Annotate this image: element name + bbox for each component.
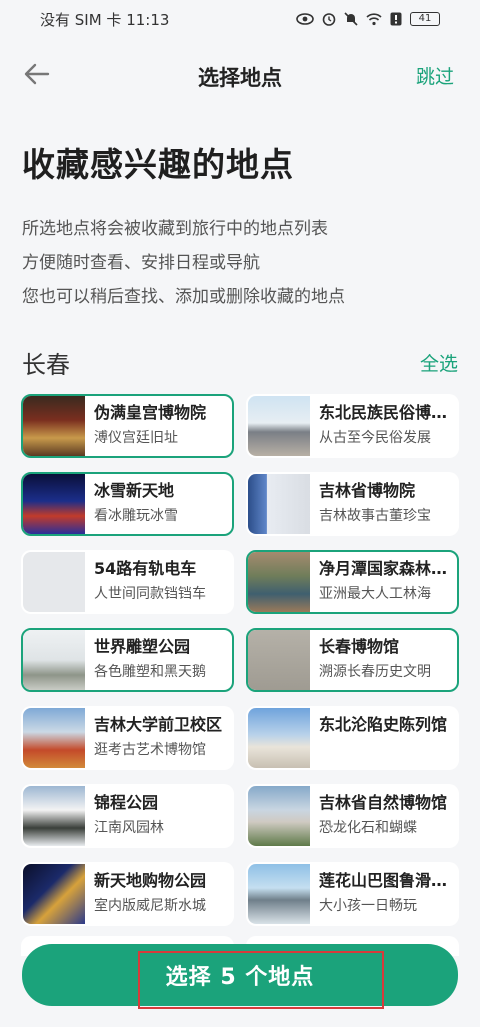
place-title: 吉林省自然博物馆: [319, 793, 448, 812]
place-title: 东北沦陷史陈列馆: [319, 715, 448, 734]
place-card[interactable]: 净月潭国家森林公园 亚洲最大人工林海: [246, 550, 459, 614]
mute-icon: [344, 12, 358, 26]
place-card[interactable]: 新天地购物公园 室内版威尼斯水城: [21, 862, 234, 926]
alert-icon: [390, 12, 402, 26]
place-title: 吉林省博物院: [319, 481, 416, 500]
eye-icon: [296, 13, 314, 25]
place-subtitle: 各色雕塑和黑天鹅: [94, 664, 206, 680]
place-thumbnail: [248, 552, 310, 612]
status-icons: 41: [296, 12, 440, 26]
place-subtitle: 逛考古艺术博物馆: [94, 742, 206, 758]
battery-level: 41: [418, 13, 432, 24]
place-card[interactable]: 长春博物馆溯源长春历史文明: [246, 628, 459, 692]
place-subtitle: 吉林故事古董珍宝: [319, 508, 431, 524]
wifi-icon: [366, 12, 382, 25]
status-bar: 没有 SIM 卡 11:13 41: [0, 0, 480, 38]
description-line: 所选地点将会被收藏到旅行中的地点列表: [22, 219, 328, 239]
place-thumbnail: [248, 786, 310, 846]
place-card[interactable]: 莲花山巴图鲁滑雪场 大小孩一日畅玩: [246, 862, 459, 926]
place-title: 新天地购物公园: [94, 871, 207, 890]
place-thumbnail: [23, 630, 85, 690]
place-subtitle: 溯源长春历史文明: [319, 664, 431, 680]
skip-button[interactable]: 跳过: [416, 62, 454, 89]
place-subtitle: 从古至今民俗发展: [319, 430, 431, 446]
place-card[interactable]: 54路有轨电车 人世间同款铛铛车: [21, 550, 234, 614]
place-subtitle: 大小孩一日畅玩: [319, 898, 417, 914]
place-card[interactable]: 吉林省博物院 吉林故事古董珍宝: [246, 472, 459, 536]
place-thumbnail: [248, 708, 310, 768]
place-title: 净月潭国家森林公园: [319, 559, 457, 578]
place-title: 伪满皇宫博物院: [94, 403, 207, 422]
place-title: 长春博物馆: [319, 637, 400, 656]
place-thumbnail: [248, 864, 310, 924]
page-title: 选择地点: [198, 66, 282, 90]
select-places-button[interactable]: 选择 5 个地点: [22, 944, 458, 1006]
place-thumbnail: [23, 552, 85, 612]
description-line: 方便随时查看、安排日程或导航: [22, 253, 260, 273]
description-line: 您也可以稍后查找、添加或删除收藏的地点: [22, 287, 345, 307]
place-card[interactable]: 吉林省自然博物馆 恐龙化石和蝴蝶: [246, 784, 459, 848]
place-title: 锦程公园: [94, 793, 159, 812]
place-thumbnail: [23, 396, 85, 456]
hero-title: 收藏感兴趣的地点: [22, 145, 294, 184]
nav-bar: 选择地点 跳过: [0, 50, 480, 98]
place-thumbnail: [248, 396, 310, 456]
place-title: 吉林大学前卫校区: [94, 715, 223, 734]
battery-icon: 41: [410, 12, 440, 26]
place-title: 世界雕塑公园: [94, 637, 191, 656]
select-places-label: 选择 5 个地点: [165, 965, 315, 990]
place-thumbnail: [23, 786, 85, 846]
place-thumbnail: [248, 630, 310, 690]
place-thumbnail: [23, 708, 85, 768]
status-carrier-time: 没有 SIM 卡 11:13: [40, 10, 170, 29]
place-card[interactable]: 东北沦陷史陈列馆: [246, 706, 459, 770]
place-subtitle: 亚洲最大人工林海: [319, 586, 431, 602]
place-card[interactable]: 伪满皇宫博物院 溥仪宫廷旧址: [21, 394, 234, 458]
place-thumbnail: [23, 474, 85, 534]
place-title: 冰雪新天地: [94, 481, 175, 500]
place-subtitle: 恐龙化石和蝴蝶: [319, 820, 417, 836]
select-all-button[interactable]: 全选: [420, 349, 458, 376]
city-name: 长春: [22, 350, 70, 379]
place-title: 54路有轨电车: [94, 559, 197, 578]
place-card[interactable]: 东北民族民俗博物馆 从古至今民俗发展: [246, 394, 459, 458]
place-title: 莲花山巴图鲁滑雪场: [319, 871, 457, 890]
place-card[interactable]: 锦程公园 江南风园林: [21, 784, 234, 848]
description: 所选地点将会被收藏到旅行中的地点列表 方便随时查看、安排日程或导航 您也可以稍后…: [22, 212, 345, 314]
place-title: 东北民族民俗博物馆: [319, 403, 457, 422]
place-subtitle: 看冰雕玩冰雪: [94, 508, 178, 524]
place-card[interactable]: 世界雕塑公园 各色雕塑和黑天鹅: [21, 628, 234, 692]
place-subtitle: 人世间同款铛铛车: [94, 586, 206, 602]
place-subtitle: 室内版威尼斯水城: [94, 898, 206, 914]
places-grid: 伪满皇宫博物院 溥仪宫廷旧址 东北民族民俗博物馆 从古至今民俗发展 冰雪新天地看冰雕…: [21, 394, 459, 926]
place-subtitle: 溥仪宫廷旧址: [94, 430, 178, 446]
place-thumbnail: [248, 474, 310, 534]
alarm-icon: [322, 13, 336, 26]
place-card[interactable]: 冰雪新天地看冰雕玩冰雪: [21, 472, 234, 536]
place-subtitle: 江南风园林: [94, 820, 164, 836]
place-thumbnail: [23, 864, 85, 924]
city-header: 长春 全选: [22, 344, 458, 380]
place-card[interactable]: 吉林大学前卫校区 逛考古艺术博物馆: [21, 706, 234, 770]
